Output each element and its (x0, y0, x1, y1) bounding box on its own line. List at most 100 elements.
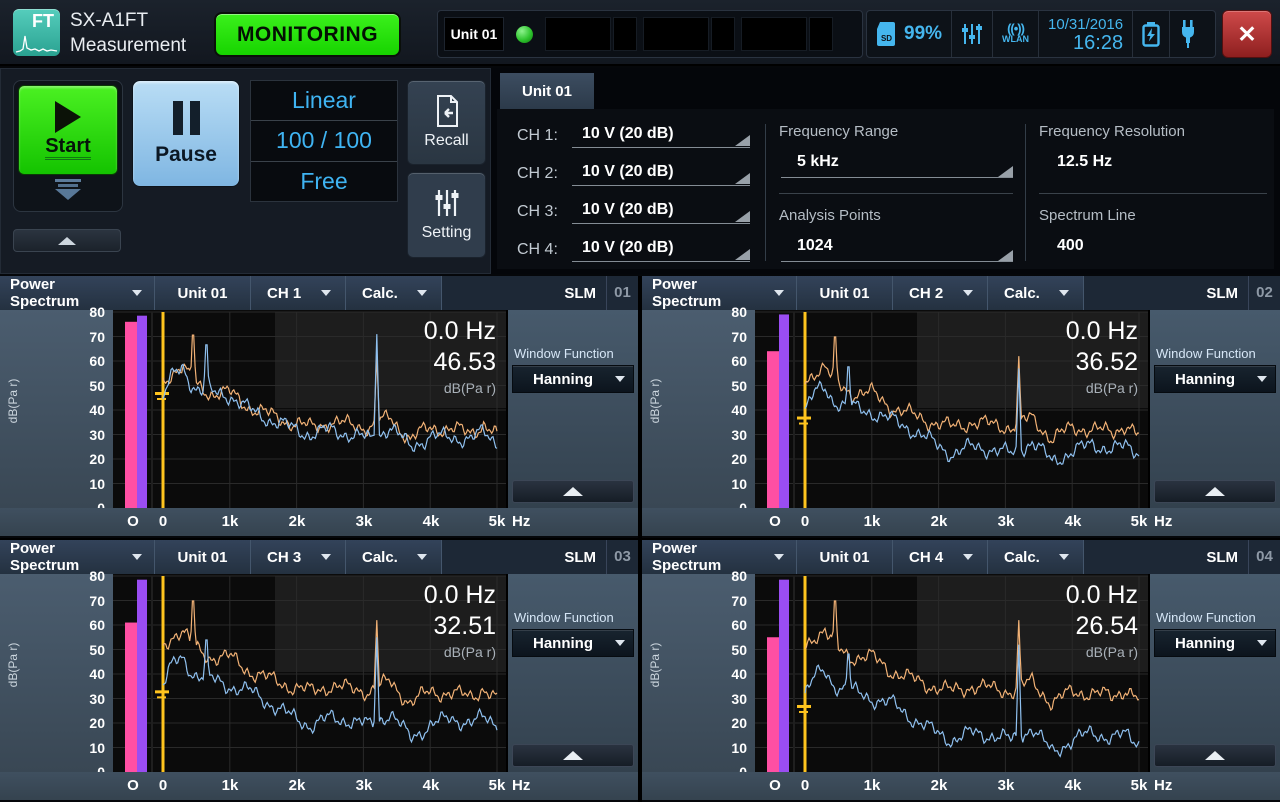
chevron-down-icon (417, 554, 427, 560)
calc-selector[interactable]: Calc. (988, 540, 1084, 574)
wlan-status: ((•)) WLAN (993, 11, 1039, 57)
cursor-unit: dB(Pa r) (1066, 642, 1138, 662)
x-tick-label: O (769, 513, 781, 530)
chevron-down-icon (1257, 376, 1267, 382)
channel-selector[interactable]: CH 3 (251, 540, 346, 574)
pause-icon (173, 101, 200, 135)
setting-sliders-icon (434, 189, 460, 217)
y-tick-label: 50 (65, 378, 105, 394)
cursor-readout: 0.0 Hz 32.51 dB(Pa r) (424, 580, 496, 662)
dropdown-corner-icon (735, 173, 750, 184)
play-icon (55, 101, 81, 133)
unit-selector[interactable]: Unit 01 (155, 276, 251, 310)
close-button[interactable]: ✕ (1222, 10, 1272, 58)
panel-number: 02 (1248, 276, 1280, 310)
panel-collapse-button[interactable] (512, 744, 634, 767)
cursor-readout: 0.0 Hz 46.53 dB(Pa r) (424, 316, 496, 398)
cursor-readout: 0.0 Hz 26.54 dB(Pa r) (1066, 580, 1138, 662)
panel-collapse-button[interactable] (512, 480, 634, 503)
panel-collapse-button[interactable] (1154, 744, 1276, 767)
channel-range-dropdown[interactable]: 10 V (20 dB) (572, 239, 750, 262)
y-tick-label: 50 (707, 642, 747, 658)
y-axis-gutter: dB(Pa r) 01020304050607080 (0, 574, 113, 772)
channel-label: CH 4: (517, 241, 572, 259)
channel-row: CH 1:10 V (20 dB) (517, 121, 750, 151)
chevron-down-icon (321, 554, 331, 560)
dropdown-corner-icon (735, 135, 750, 146)
frequency-range-value[interactable]: 5 kHz (797, 153, 839, 171)
dropdown-corner-icon (735, 211, 750, 222)
app-title: SX-A1FT Measurement (70, 8, 186, 58)
chevron-down-icon (615, 376, 625, 382)
mixer-status (952, 11, 993, 57)
slm-area: SLM04 (1084, 540, 1280, 574)
window-function-dropdown[interactable]: Hanning (1154, 629, 1276, 657)
transport-control-panel: Start Pause Linear 100 / 100 Free Recall… (0, 68, 491, 274)
slm-area: SLM03 (442, 540, 638, 574)
channel-label: CH 2: (517, 165, 572, 183)
unit-selector[interactable]: Unit 01 (797, 540, 893, 574)
controls-collapse-button[interactable] (13, 229, 121, 252)
y-axis-gutter: dB(Pa r) 01020304050607080 (0, 310, 113, 508)
x-tick-label: O (769, 777, 781, 794)
calc-selector[interactable]: Calc. (346, 540, 442, 574)
monitoring-status-button[interactable]: MONITORING (214, 12, 401, 57)
cursor-level: 26.54 (1066, 610, 1138, 642)
pause-button[interactable]: Pause (132, 80, 240, 187)
spectrum-plot[interactable]: 0.0 Hz 26.54 dB(Pa r) (755, 574, 1148, 772)
y-tick-label: 10 (65, 476, 105, 492)
y-axis-gutter: dB(Pa r) 01020304050607080 (642, 310, 755, 508)
x-tick-label: O (127, 513, 139, 530)
calc-selector[interactable]: Calc. (988, 276, 1084, 310)
calc-selector[interactable]: Calc. (346, 276, 442, 310)
y-tick-label: 10 (65, 740, 105, 756)
window-function-dropdown[interactable]: Hanning (512, 629, 634, 657)
channel-range-dropdown[interactable]: 10 V (20 dB) (572, 201, 750, 224)
up-triangle-icon (1205, 751, 1225, 760)
frequency-resolution-label: Frequency Resolution (1039, 123, 1185, 140)
spectrum-plot[interactable]: 0.0 Hz 32.51 dB(Pa r) (113, 574, 506, 772)
panel-collapse-button[interactable] (1154, 480, 1276, 503)
x-tick-label: 1k (222, 777, 239, 794)
chevron-down-icon (1257, 640, 1267, 646)
drop-down-arrow-icon[interactable] (14, 179, 122, 200)
channel-selector[interactable]: CH 1 (251, 276, 346, 310)
channel-selector[interactable]: CH 4 (893, 540, 988, 574)
setting-button[interactable]: Setting (407, 172, 486, 258)
battery-status (1133, 11, 1170, 57)
spectrum-plot[interactable]: 0.0 Hz 46.53 dB(Pa r) (113, 310, 506, 508)
y-tick-label: 40 (65, 402, 105, 418)
chevron-down-icon (132, 290, 142, 296)
cursor-frequency: 0.0 Hz (424, 580, 496, 610)
channel-label: CH 1: (517, 127, 572, 145)
x-tick-label: 0 (159, 513, 167, 530)
trigger-mode: Free (251, 162, 397, 201)
panel-body: dB(Pa r) 01020304050607080 0.0 Hz 32.51 … (0, 574, 638, 772)
channel-range-dropdown[interactable]: 10 V (20 dB) (572, 125, 750, 148)
spectrum-plot[interactable]: 0.0 Hz 36.52 dB(Pa r) (755, 310, 1148, 508)
empty-unit-slot (545, 17, 637, 51)
dropdown-corner-icon (998, 250, 1013, 261)
x-tick-label: O (127, 777, 139, 794)
measurement-mode-box[interactable]: Linear 100 / 100 Free (250, 80, 398, 202)
recall-button[interactable]: Recall (407, 80, 486, 165)
y-tick-label: 20 (707, 715, 747, 731)
unit-selector[interactable]: Unit 01 (155, 540, 251, 574)
y-axis-unit-label: dB(Pa r) (6, 625, 20, 705)
datetime-display: 10/31/2016 16:28 (1039, 11, 1133, 57)
battery-icon (1142, 21, 1160, 47)
window-function-dropdown[interactable]: Hanning (1154, 365, 1276, 393)
window-function-dropdown[interactable]: Hanning (512, 365, 634, 393)
start-button[interactable]: Start (18, 85, 118, 175)
y-tick-label: 10 (707, 476, 747, 492)
x-axis: O01k2k3k4k5kHz (0, 772, 638, 800)
analysis-points-value[interactable]: 1024 (797, 237, 833, 255)
unit-selector[interactable]: Unit 01 (797, 276, 893, 310)
channel-selector[interactable]: CH 2 (893, 276, 988, 310)
unit-01-tab[interactable]: Unit 01 (500, 73, 594, 109)
channel-range-dropdown[interactable]: 10 V (20 dB) (572, 163, 750, 186)
unit-01-indicator[interactable]: Unit 01 (444, 17, 504, 51)
x-axis: O01k2k3k4k5kHz (642, 508, 1280, 536)
y-tick-label: 70 (65, 593, 105, 609)
unit-settings-panel: Unit 01 CH 1:10 V (20 dB)CH 2:10 V (20 d… (491, 68, 1280, 274)
